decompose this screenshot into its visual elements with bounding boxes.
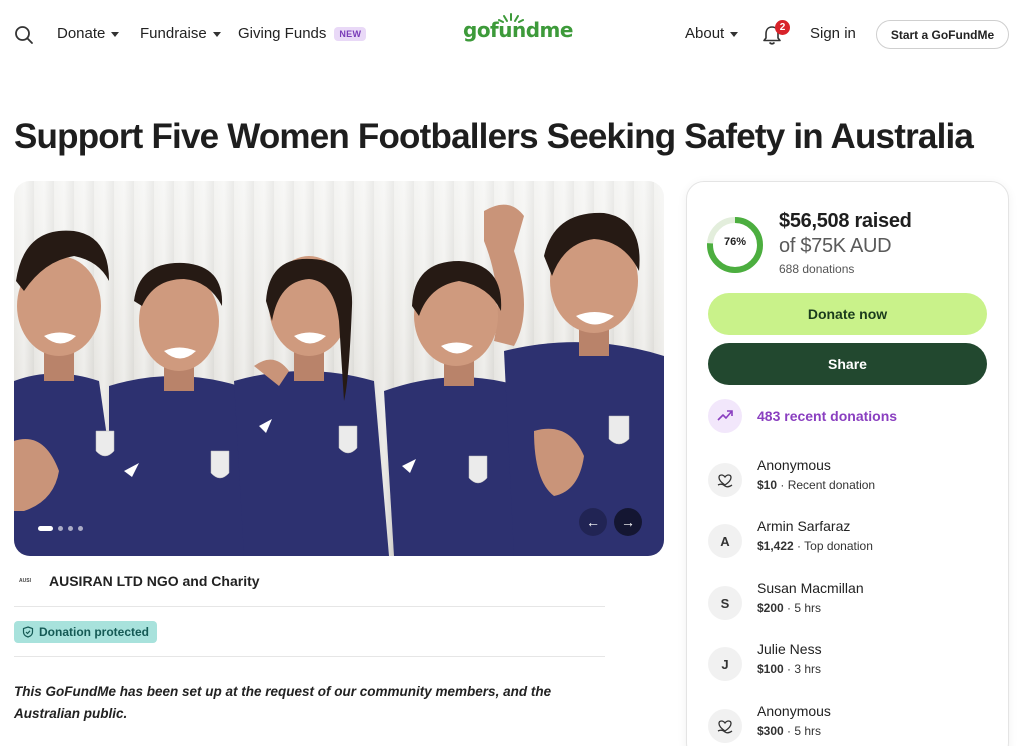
carousel-prev-button[interactable]: ← (579, 508, 607, 536)
nav-fundraise-label: Fundraise (140, 25, 207, 42)
chevron-down-icon (111, 31, 120, 37)
nav-giving-funds-label: Giving Funds (238, 25, 327, 42)
organizer-name[interactable]: AUSIRAN LTD NGO and Charity (49, 573, 260, 589)
organizer-logo: AUSI (19, 578, 31, 584)
nav-donate-menu[interactable]: Donate (57, 25, 120, 42)
carousel-dots (38, 526, 83, 531)
recent-donations-link[interactable]: 483 recent donations (757, 408, 897, 424)
divider (14, 606, 605, 607)
trending-up-icon (717, 410, 733, 421)
donor-amount-row: $1,422 · Top donation (757, 539, 873, 553)
donor-note: · Top donation (793, 539, 873, 553)
footballers-photo (14, 204, 664, 556)
donation-protected-label: Donation protected (39, 625, 149, 639)
donor-avatar: A (708, 524, 742, 558)
carousel-dot[interactable] (78, 526, 83, 531)
donor-amount: $200 (757, 601, 784, 615)
carousel-dot[interactable] (58, 526, 63, 531)
donor-name: Julie Ness (757, 641, 822, 657)
donor-note: · Recent donation (777, 478, 876, 492)
donor-amount-row: $200 · 5 hrs (757, 601, 821, 615)
donation-count: 688 donations (779, 262, 855, 276)
donor-name: Armin Sarfaraz (757, 518, 851, 534)
signin-link[interactable]: Sign in (810, 25, 856, 42)
carousel-dot[interactable] (68, 526, 73, 531)
nav-giving-funds-link[interactable]: Giving Funds NEW (238, 25, 367, 42)
donor-note: · 5 hrs (783, 724, 822, 738)
carousel-dot[interactable] (38, 526, 53, 531)
campaign-image[interactable]: ← → (14, 181, 664, 556)
divider (14, 656, 605, 657)
donor-name: Anonymous (757, 457, 831, 473)
progress-percent: 76% (723, 236, 747, 248)
chevron-down-icon (212, 31, 221, 37)
gofundme-logo[interactable]: gofundme (463, 18, 573, 42)
notification-badge: 2 (775, 20, 790, 35)
share-button[interactable]: Share (708, 343, 987, 385)
donor-name: Anonymous (757, 703, 831, 719)
donor-avatar: S (708, 586, 742, 620)
arrow-left-icon: ← (586, 514, 600, 530)
donor-amount: $300 (757, 724, 784, 738)
arrow-right-icon: → (621, 514, 635, 530)
carousel-next-button[interactable]: → (614, 508, 642, 536)
nav-donate-label: Donate (57, 25, 106, 42)
donor-amount-row: $300 · 5 hrs (757, 724, 821, 738)
donor-amount: $100 (757, 662, 784, 676)
trending-icon-wrap (708, 399, 742, 433)
start-gofundme-button[interactable]: Start a GoFundMe (876, 20, 1009, 49)
amount-raised: $56,508 raised (779, 210, 912, 232)
shield-icon (22, 626, 34, 638)
goal-amount: of $75K AUD (779, 235, 892, 257)
page-title: Support Five Women Footballers Seeking S… (14, 117, 974, 156)
nav-fundraise-menu[interactable]: Fundraise (140, 25, 221, 42)
donor-amount: $10 (757, 478, 778, 492)
donor-note: · 5 hrs (783, 601, 822, 615)
donor-amount: $1,422 (757, 539, 794, 553)
donor-amount-row: $100 · 3 hrs (757, 662, 821, 676)
donor-amount-row: $10 · Recent donation (757, 478, 875, 492)
chevron-down-icon (730, 31, 739, 37)
new-badge: NEW (334, 26, 367, 41)
top-nav: Donate Fundraise Giving Funds NEW gofund… (0, 0, 1024, 68)
donor-avatar: J (708, 647, 742, 681)
donor-name: Susan Macmillan (757, 580, 864, 596)
donate-now-button[interactable]: Donate now (708, 293, 987, 335)
donor-note: · 3 hrs (783, 662, 822, 676)
donation-protected-badge[interactable]: Donation protected (14, 621, 157, 643)
search-icon[interactable] (14, 25, 34, 45)
campaign-story: This GoFundMe has been set up at the req… (14, 684, 552, 721)
heart-hand-icon (708, 463, 742, 497)
heart-hand-icon (708, 709, 742, 743)
nav-about-menu[interactable]: About (685, 25, 739, 42)
nav-about-label: About (685, 25, 725, 42)
